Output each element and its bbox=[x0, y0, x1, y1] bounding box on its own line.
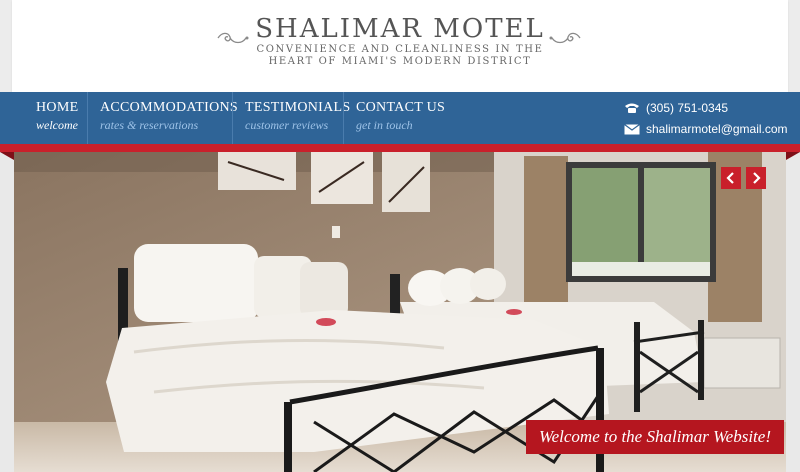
site-title[interactable]: SHALIMAR MOTEL bbox=[0, 14, 800, 44]
nav-item-testimonials[interactable]: TESTIMONIALS customer reviews bbox=[245, 92, 350, 144]
nav-divider bbox=[87, 92, 88, 144]
nav-home-sub: welcome bbox=[36, 118, 78, 132]
chevron-right-icon bbox=[753, 172, 761, 184]
phone-contact[interactable]: (305) 751-0345 bbox=[624, 99, 728, 117]
nav-divider bbox=[232, 92, 233, 144]
tagline-line-1: CONVENIENCE AND CLEANLINESS IN THE bbox=[256, 44, 544, 55]
nav-item-home[interactable]: HOME welcome bbox=[36, 92, 84, 144]
phone-icon bbox=[625, 103, 639, 113]
nav-contact-label: CONTACT US bbox=[356, 100, 446, 115]
email-address: shalimarmotel@gmail.com bbox=[646, 122, 788, 136]
mail-icon bbox=[624, 123, 640, 134]
nav-testimonials-label: TESTIMONIALS bbox=[245, 100, 351, 115]
nav-item-accommodations[interactable]: ACCOMMODATIONS rates & reservations bbox=[100, 92, 238, 144]
red-accent-strip bbox=[0, 144, 800, 152]
tagline-line-2: HEART OF MIAMI'S MODERN DISTRICT bbox=[268, 56, 532, 67]
chevron-left-icon bbox=[726, 172, 734, 184]
email-contact[interactable]: shalimarmotel@gmail.com bbox=[624, 120, 788, 138]
slider-caption: Welcome to the Shalimar Website! bbox=[526, 420, 784, 454]
ribbon-fold-right bbox=[786, 152, 800, 160]
nav-accommodations-sub: rates & reservations bbox=[100, 118, 199, 132]
slider-prev-button[interactable] bbox=[721, 167, 741, 189]
nav-testimonials-sub: customer reviews bbox=[245, 118, 329, 132]
nav-accommodations-label: ACCOMMODATIONS bbox=[100, 100, 238, 115]
nav-item-contact[interactable]: CONTACT US get in touch bbox=[356, 92, 446, 144]
nav-contact-sub: get in touch bbox=[356, 118, 413, 132]
phone-number: (305) 751-0345 bbox=[646, 101, 729, 115]
nav-divider bbox=[343, 92, 344, 144]
site-tagline: CONVENIENCE AND CLEANLINESS IN THE HEART… bbox=[0, 44, 800, 68]
slider-next-button[interactable] bbox=[746, 167, 766, 189]
nav-home-label: HOME bbox=[36, 100, 79, 115]
ribbon-fold-left bbox=[0, 152, 14, 160]
